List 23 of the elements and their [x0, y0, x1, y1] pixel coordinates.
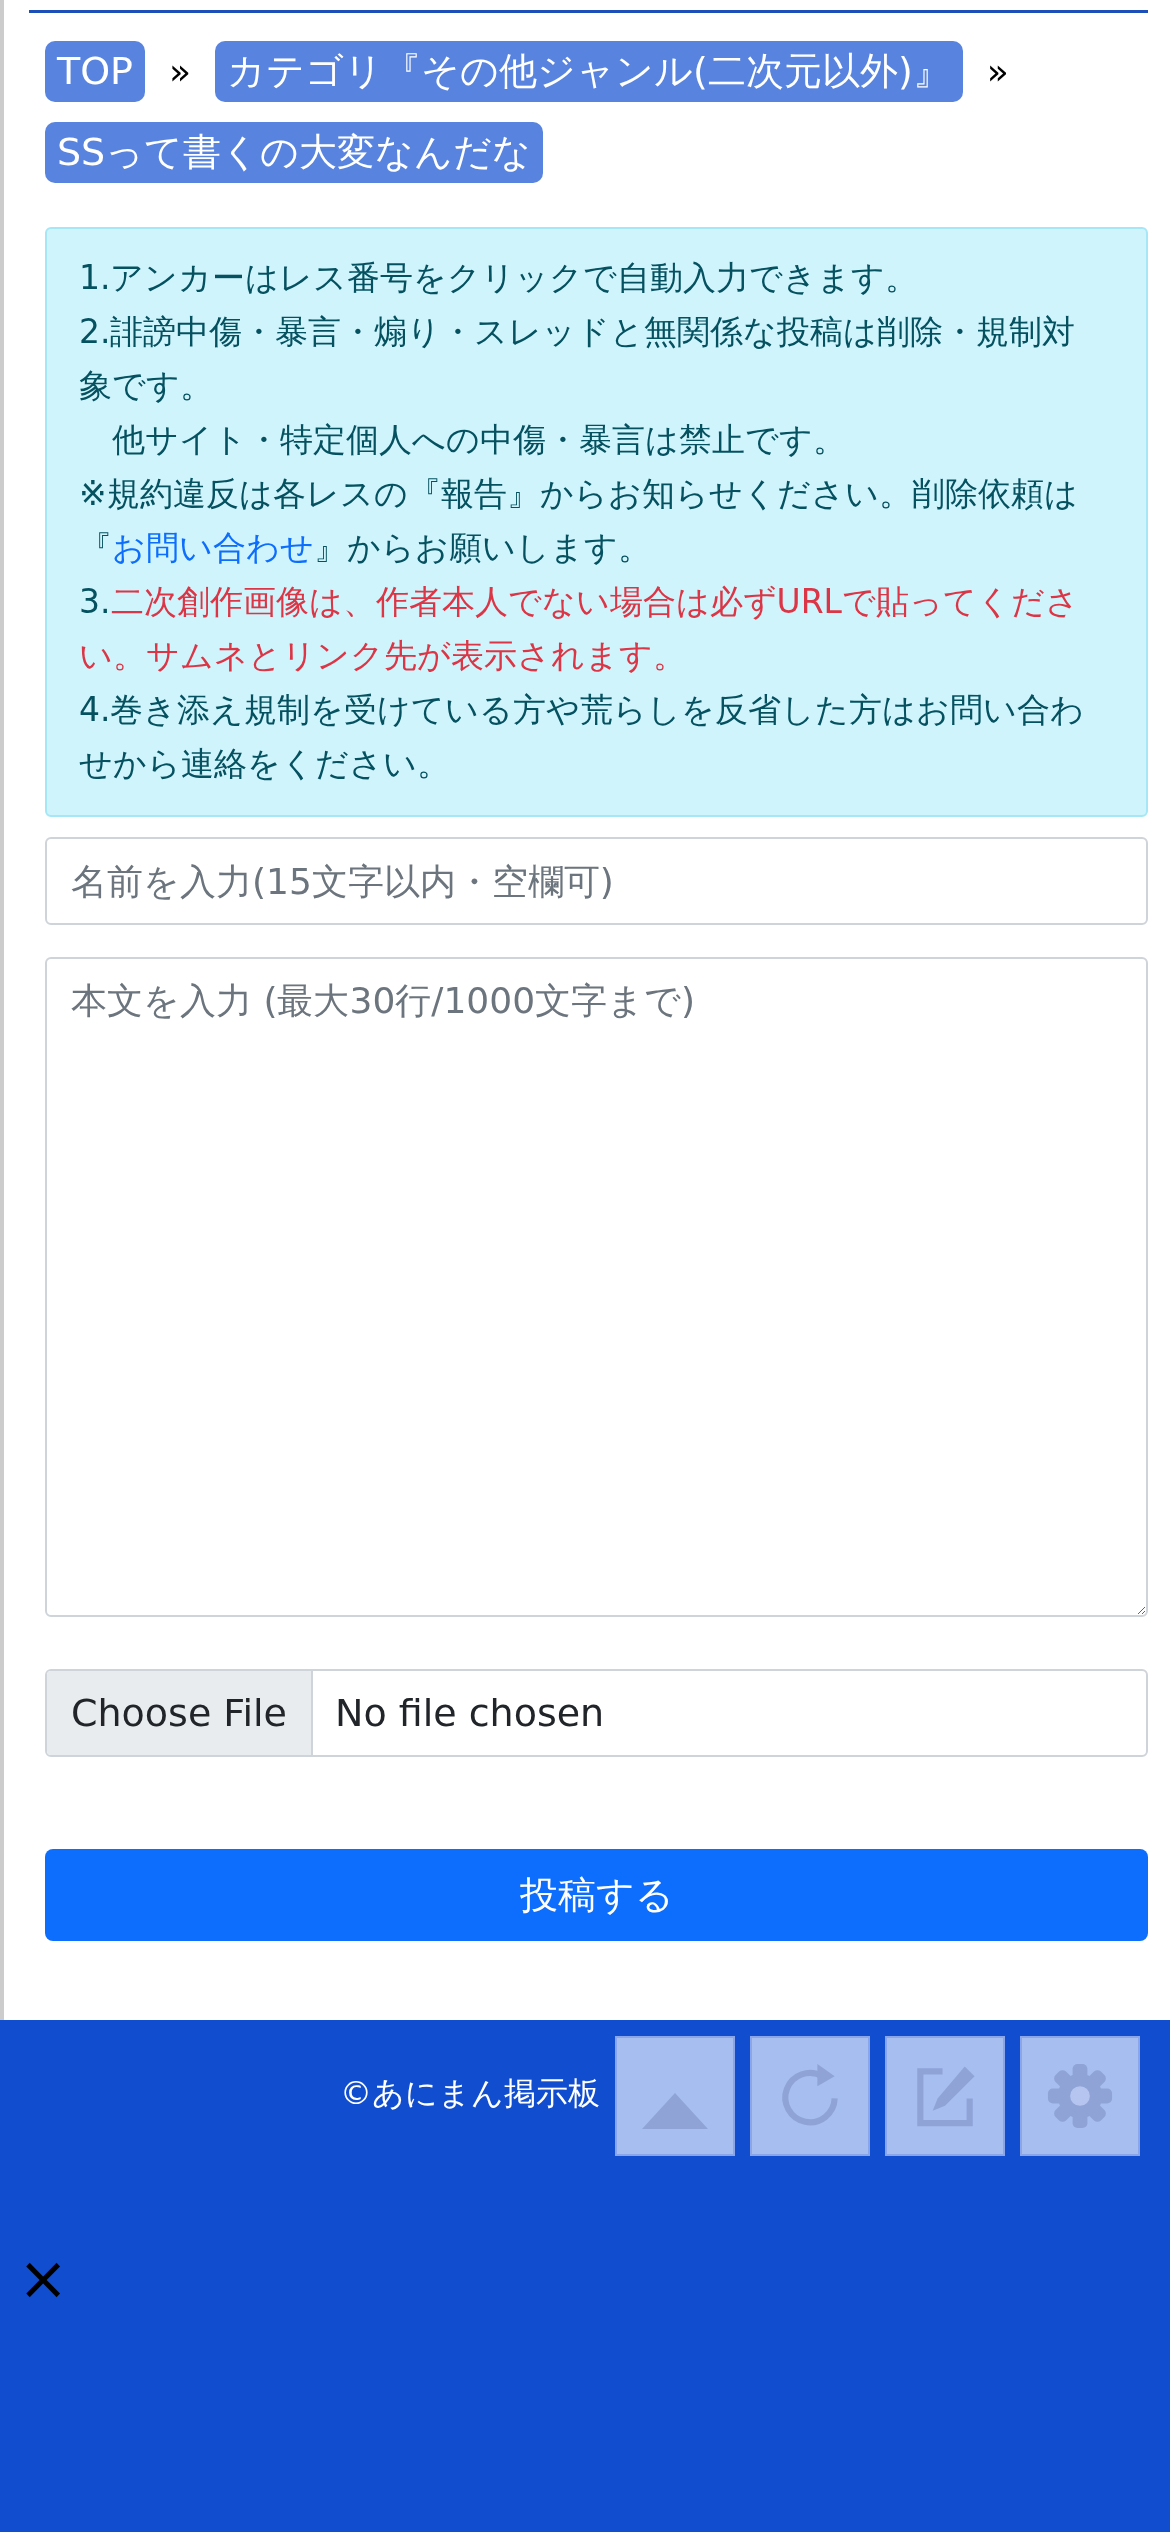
- breadcrumb-separator: »: [986, 51, 1009, 93]
- notice-text: 1.アンカーはレス番号をクリックで自動入力できます。: [79, 257, 920, 300]
- contact-link[interactable]: お問い合わせ: [112, 528, 314, 568]
- notice-text: ※規約違反は各レスの『報告』からお知らせください。削除依頼は『お問い合わせ』からお願いします。: [79, 473, 1079, 570]
- breadcrumb-link[interactable]: SSって書くの大変なんだな: [45, 122, 544, 184]
- breadcrumb-separator: »: [169, 51, 192, 93]
- settings-button[interactable]: [1020, 2036, 1140, 2156]
- write-button[interactable]: [885, 2036, 1005, 2156]
- breadcrumb-link[interactable]: カテゴリ『その他ジャンル(二次元以外)』: [215, 41, 963, 103]
- close-button[interactable]: ×: [18, 2248, 69, 2308]
- reload-button[interactable]: [750, 2036, 870, 2156]
- breadcrumb-link[interactable]: TOP: [45, 41, 146, 103]
- submit-button[interactable]: 投稿する: [45, 1849, 1148, 1942]
- notice-text: 他サイト・特定個人への中傷・暴言は禁止です。: [111, 419, 847, 462]
- copyright-text: ©あにまん掲示板: [340, 2073, 600, 2114]
- file-input[interactable]: Choose File No file chosen: [45, 1669, 1148, 1758]
- notice-text: 2.誹謗中傷・暴言・煽り・スレッドと無関係な投稿は削除・規制対象です。: [79, 311, 1077, 408]
- triangle-icon: [642, 2093, 708, 2129]
- notice-text: 4.巻き添え規制を受けている方や荒らしを反省した方はお問い合わせから連絡をください。: [79, 689, 1086, 786]
- top-button[interactable]: [615, 2036, 735, 2156]
- notice-text: 3.二次創作画像は、作者本人でない場合は必ずURLで貼ってください。サムネとリンク先が表示されます。: [79, 581, 1080, 678]
- name-field[interactable]: 名前を入力(15文字以内・空欄可): [45, 837, 1148, 926]
- body-field[interactable]: 本文を入力 (最大30行/1000文字まで): [45, 957, 1148, 1618]
